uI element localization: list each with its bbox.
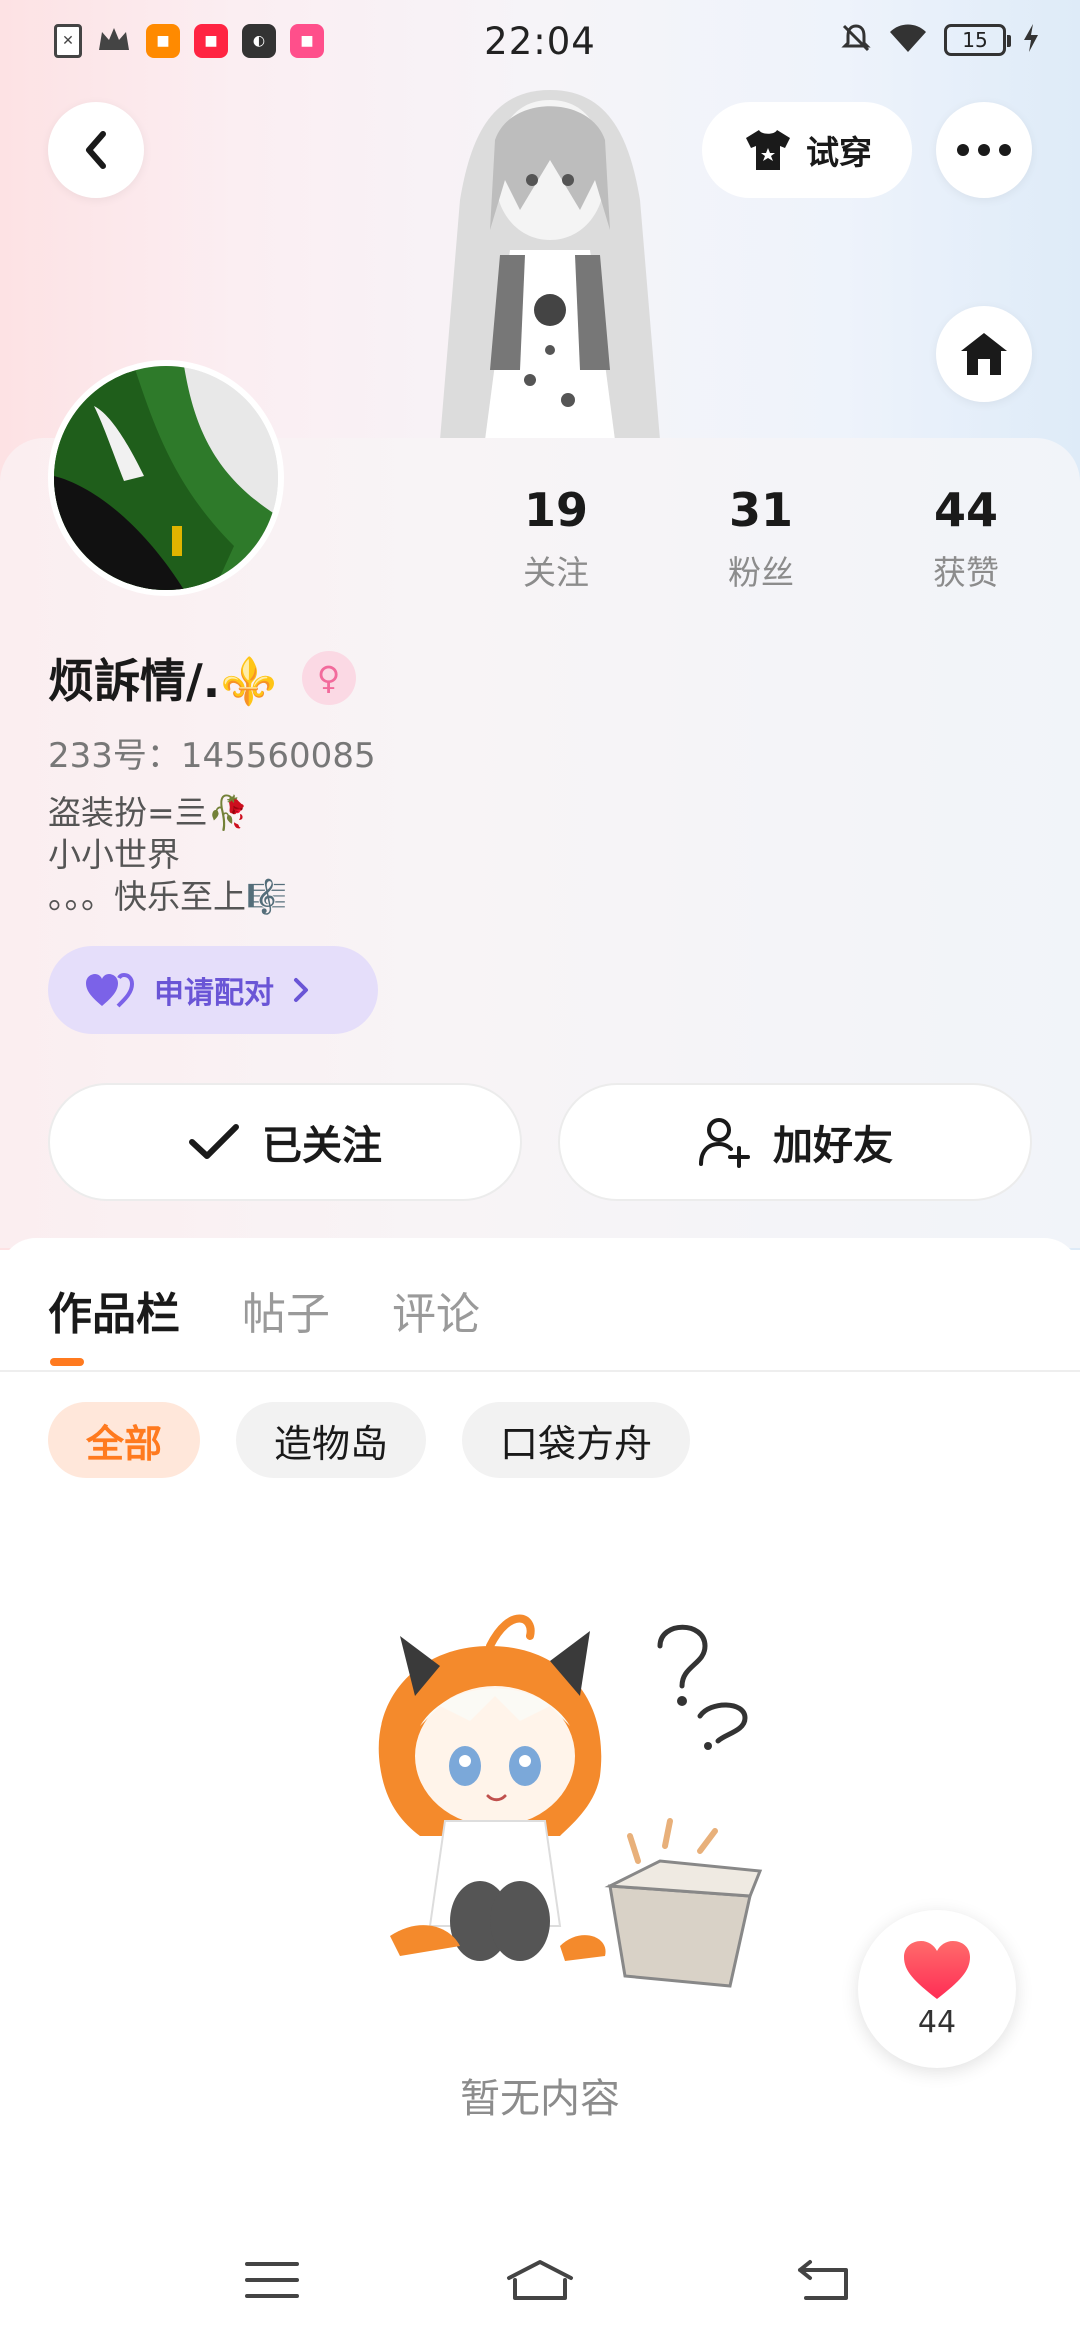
filter-chips: 全部 造物岛 口袋方舟 [48, 1402, 691, 1478]
like-button[interactable]: 44 [858, 1910, 1016, 2068]
try-on-button[interactable]: 试穿 [702, 102, 912, 198]
more-options-button[interactable] [936, 102, 1032, 198]
system-navigation-bar [0, 2220, 1080, 2340]
chevron-right-icon [294, 978, 308, 1002]
back-nav-button[interactable] [784, 2250, 864, 2310]
nickname-row: 烦訴情/.⚜️ ♀ [48, 645, 356, 711]
like-count: 44 [917, 2004, 957, 2040]
likes-received-count: 44 [933, 483, 998, 537]
content-panel: 作品栏 帖子 评论 全部 造物岛 口袋方舟 暂无内容 [0, 1238, 1080, 2340]
double-heart-icon [86, 972, 135, 1008]
charging-icon [1022, 22, 1040, 58]
empty-state-text: 暂无内容 [460, 2076, 620, 2122]
tab-comments[interactable]: 评论 [392, 1278, 480, 1342]
more-dots-icon [957, 144, 1011, 156]
content-tabs: 作品栏 帖子 评论 [48, 1278, 480, 1342]
avatar-image [54, 366, 278, 590]
home-icon [961, 333, 1007, 375]
back-arrow-icon [798, 2260, 848, 2300]
mute-bell-icon [840, 22, 872, 58]
bio-line: 小小世界 [48, 835, 180, 874]
chip-all[interactable]: 全部 [48, 1402, 201, 1478]
tshirt-icon [746, 130, 790, 170]
request-pairing-button[interactable]: 申请配对 [48, 946, 378, 1034]
following-label: 关注 [523, 553, 589, 592]
status-bar: ✕ ■ ■ ◐ ■ 22:04 15 [0, 0, 1080, 84]
back-button[interactable] [48, 102, 144, 198]
home-button[interactable] [936, 306, 1032, 402]
chevron-left-icon [86, 131, 106, 169]
tab-works[interactable]: 作品栏 [48, 1278, 180, 1342]
fans-label: 粉丝 [728, 553, 794, 592]
add-user-icon [699, 1118, 750, 1168]
menu-icon [245, 2262, 299, 2298]
tab-divider [0, 1370, 1080, 1372]
female-gender-icon: ♀ [301, 651, 356, 705]
tab-posts[interactable]: 帖子 [242, 1278, 330, 1342]
bio: 盗装扮=亖🥀 小小世界 。。。快乐至上🎼 [48, 792, 287, 918]
home-outline-icon [507, 2260, 573, 2300]
bio-line: 盗装扮=亖🥀 [48, 793, 249, 832]
active-tab-indicator [50, 1358, 84, 1366]
pairing-label: 申请配对 [154, 976, 274, 1011]
stat-following[interactable]: 19 关注 [476, 480, 636, 594]
home-nav-button[interactable] [500, 2250, 580, 2310]
nickname: 烦訴情/.⚜️ [48, 654, 278, 708]
menu-nav-button[interactable] [232, 2250, 312, 2310]
stat-likes[interactable]: 44 获赞 [886, 480, 1046, 594]
chip-creation-island[interactable]: 造物岛 [236, 1402, 427, 1478]
try-on-label: 试穿 [806, 133, 872, 172]
followed-label: 已关注 [262, 1123, 382, 1169]
chip-pocket-ark[interactable]: 口袋方舟 [462, 1402, 691, 1478]
character-avatar-render [440, 90, 660, 440]
battery-icon: 15 [944, 24, 1011, 56]
checkmark-icon [189, 1124, 239, 1159]
bio-line: 。。。快乐至上🎼 [48, 877, 288, 916]
add-friend-button[interactable]: 加好友 [558, 1083, 1032, 1201]
followed-button[interactable]: 已关注 [48, 1083, 522, 1201]
add-friend-label: 加好友 [773, 1123, 893, 1169]
status-right-icons: 15 [840, 22, 1040, 58]
wifi-icon [888, 22, 928, 58]
stat-fans[interactable]: 31 粉丝 [681, 480, 841, 594]
heart-icon [904, 1940, 970, 1999]
likes-received-label: 获赞 [933, 553, 999, 592]
following-count: 19 [523, 483, 588, 537]
empty-state-illustration [378, 1614, 763, 1988]
user-avatar[interactable] [48, 360, 284, 596]
fans-count: 31 [728, 483, 793, 537]
user-id: 233号：145560085 [48, 736, 376, 776]
